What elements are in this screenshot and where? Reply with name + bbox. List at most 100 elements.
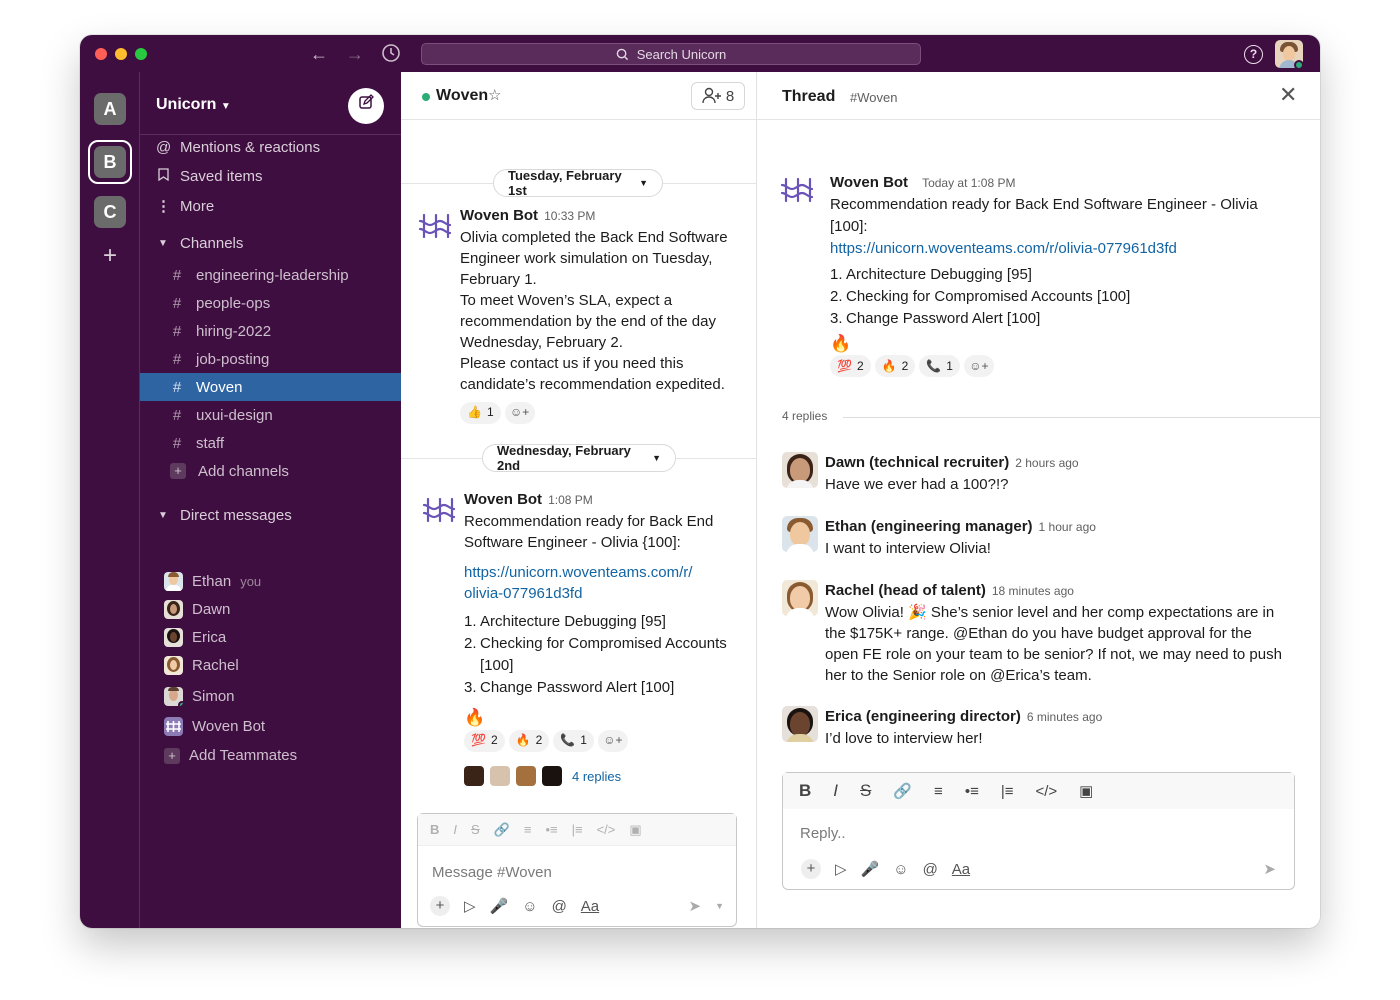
reaction-100[interactable]: 💯 2 [464,729,505,752]
history-icon[interactable] [380,43,402,65]
avatar-dawn[interactable] [782,452,818,488]
reaction-thumbs-up[interactable]: 👍 1 [460,401,501,424]
microphone-icon[interactable]: 🎤 [861,860,880,878]
message-author[interactable]: Dawn (technical recruiter) [825,454,1009,471]
strikethrough-icon[interactable]: S [471,822,480,837]
add-reaction-icon[interactable]: ☺+ [597,729,628,752]
date-divider[interactable]: Tuesday, February 1st ▼ [493,168,663,198]
reaction-100[interactable]: 💯 2 [830,355,871,377]
members-button[interactable]: 8 [691,82,745,110]
message-input[interactable]: Message #Woven [432,864,552,881]
plus-icon[interactable]: + [801,859,821,879]
text-format-icon[interactable]: Aa [952,861,970,878]
message-time[interactable]: 6 minutes ago [1027,710,1102,724]
message-time[interactable]: Today at 1:08 PM [922,176,1015,190]
thread-channel[interactable]: #Woven [850,90,897,105]
link-icon[interactable]: 🔗 [494,822,510,838]
message-time[interactable]: 1 hour ago [1039,520,1096,534]
link-icon[interactable]: 🔗 [893,782,912,800]
dm-section-header[interactable]: ▼ Direct messages [156,507,292,524]
dm-item-dawn[interactable]: Dawn [164,600,230,619]
video-icon[interactable]: ▷ [464,897,476,915]
italic-icon[interactable]: I [453,822,457,837]
back-arrow-icon[interactable]: ← [308,43,330,65]
star-icon[interactable]: ☆ [488,86,501,104]
text-format-icon[interactable]: Aa [581,898,599,915]
bulleted-list-icon[interactable]: •≡ [545,822,557,837]
close-icon[interactable]: ✕ [1279,84,1297,106]
dm-item-rachel[interactable]: Rachel [164,656,239,675]
sidebar-item-people-ops[interactable]: # people-ops [140,289,401,317]
blockquote-icon[interactable]: |≡ [572,822,583,837]
message-time[interactable]: 1:08 PM [548,493,593,507]
strikethrough-icon[interactable]: S [860,781,871,801]
channels-section-header[interactable]: ▼ Channels [156,235,243,252]
nav-more[interactable]: ⋮ More [156,197,214,216]
avatar-erica[interactable] [782,706,818,742]
sidebar-item-staff[interactable]: # staff [140,429,401,457]
mention-icon[interactable]: @ [923,861,938,878]
message-author[interactable]: Woven Bot [460,207,538,224]
forward-arrow-icon[interactable]: → [344,43,366,65]
bold-icon[interactable]: B [430,822,439,837]
code-block-icon[interactable]: ▣ [1079,782,1093,800]
microphone-icon[interactable]: 🎤 [490,897,509,915]
workspace-c-button[interactable]: C [94,196,126,228]
nav-saved-items[interactable]: Saved items [156,168,263,185]
nav-mentions[interactable]: @ Mentions & reactions [156,139,320,156]
dm-item-simon[interactable]: Simon [164,687,235,706]
message-author[interactable]: Ethan (engineering manager) [825,518,1033,535]
recommendation-link[interactable]: https://unicorn.woventeams.com/r/olivia-… [830,238,1300,260]
bulleted-list-icon[interactable]: •≡ [965,783,979,800]
reaction-fire[interactable]: 🔥 2 [874,355,916,377]
minimize-window-button[interactable] [115,48,127,60]
reply-input[interactable]: Reply.. [800,825,846,842]
maximize-window-button[interactable] [135,48,147,60]
emoji-icon[interactable]: ☺ [522,898,537,915]
send-icon[interactable]: ➤ [1263,860,1276,878]
add-reaction-icon[interactable]: ☺+ [963,355,994,377]
add-teammates-button[interactable]: + Add Teammates [164,747,297,764]
reaction-fire[interactable]: 🔥 2 [508,729,550,752]
dm-item-woven-bot[interactable]: Woven Bot [164,717,265,736]
reply-composer[interactable]: B I S 🔗 ≡ •≡ |≡ </> ▣ Reply.. + ▷ 🎤 ☺ @ … [782,772,1295,890]
mention-icon[interactable]: @ [552,898,567,915]
thread-replies-summary[interactable]: 4 replies [464,766,749,787]
sidebar-item-job-posting[interactable]: # job-posting [140,345,401,373]
message-author[interactable]: Woven Bot [830,174,908,191]
message-author[interactable]: Woven Bot [464,491,542,508]
close-window-button[interactable] [95,48,107,60]
message-author[interactable]: Rachel (head of talent) [825,582,986,599]
workspace-b-button[interactable]: B [94,146,126,178]
search-input[interactable]: Search Unicorn [421,43,921,65]
add-channels-button[interactable]: + Add channels [140,457,401,485]
reaction-phone[interactable]: 📞 1 [919,355,960,377]
emoji-icon[interactable]: ☺ [893,861,908,878]
send-icon[interactable]: ➤ [689,897,702,915]
sidebar-item-hiring-2022[interactable]: # hiring-2022 [140,317,401,345]
code-icon[interactable]: </> [597,822,616,837]
replies-link[interactable]: 4 replies [572,766,621,787]
video-icon[interactable]: ▷ [835,860,847,878]
send-options-icon[interactable]: ▼ [715,901,724,911]
numbered-list-icon[interactable]: ≡ [524,822,532,837]
bold-icon[interactable]: B [799,781,811,801]
sidebar-item-uxui-design[interactable]: # uxui-design [140,401,401,429]
team-name[interactable]: Unicorn ▼ [156,96,231,114]
date-divider[interactable]: Wednesday, February 2nd ▼ [482,443,676,473]
avatar-ethan[interactable] [782,516,818,552]
message-time[interactable]: 18 minutes ago [992,584,1074,598]
numbered-list-icon[interactable]: ≡ [934,783,943,800]
dm-item-ethan[interactable]: Ethan you [164,572,261,591]
sidebar-item-engineering-leadership[interactable]: # engineering-leadership [140,261,401,289]
sidebar-item-woven[interactable]: # Woven [140,373,401,401]
message-composer[interactable]: B I S 🔗 ≡ •≡ |≡ </> ▣ Message #Woven + ▷… [417,813,737,927]
reaction-phone[interactable]: 📞 1 [553,729,594,752]
message-author[interactable]: Erica (engineering director) [825,708,1021,725]
code-icon[interactable]: </> [1035,783,1057,800]
message-time[interactable]: 10:33 PM [544,209,595,223]
compose-button[interactable] [348,88,384,124]
dm-item-erica[interactable]: Erica [164,628,226,647]
blockquote-icon[interactable]: |≡ [1001,783,1014,800]
message-time[interactable]: 2 hours ago [1015,456,1078,470]
